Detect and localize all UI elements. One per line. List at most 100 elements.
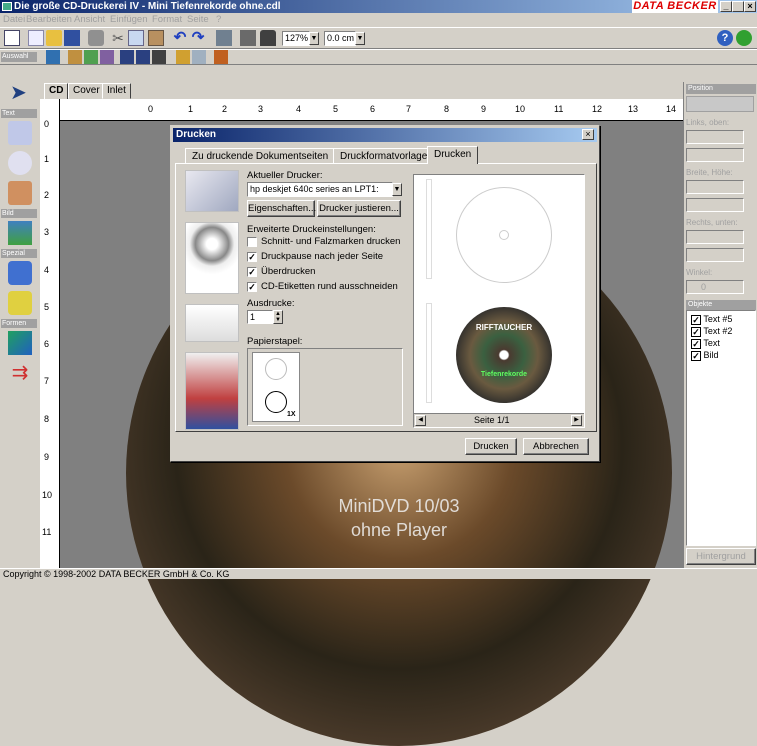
offset-field[interactable]: 0.0 cm bbox=[324, 31, 356, 46]
disc-text-line2[interactable]: ohne Player bbox=[126, 520, 672, 541]
minimize-button[interactable]: _ bbox=[720, 1, 732, 12]
group-icon[interactable] bbox=[120, 50, 134, 64]
object-item[interactable]: ✓ Text #2 bbox=[691, 326, 733, 337]
disc-text-line1[interactable]: MiniDVD 10/03 bbox=[126, 496, 672, 517]
right-position-field[interactable] bbox=[686, 230, 744, 244]
effect-icon[interactable] bbox=[176, 50, 190, 64]
menu-format[interactable]: Format bbox=[152, 14, 182, 25]
printer-select[interactable]: hp deskjet 640c series an LPT1: bbox=[247, 182, 393, 197]
bottom-position-field[interactable] bbox=[686, 248, 744, 262]
menu-bearbeiten[interactable]: Bearbeiten bbox=[26, 14, 72, 25]
object-checkbox[interactable]: ✓ bbox=[691, 327, 701, 337]
app-icon[interactable] bbox=[2, 2, 12, 11]
help-icon[interactable]: ? bbox=[717, 30, 733, 46]
ungroup-icon[interactable] bbox=[136, 50, 150, 64]
redo-icon[interactable]: ↷ bbox=[190, 30, 206, 46]
option-checkbox-schnitt[interactable] bbox=[247, 237, 257, 247]
image-tool-icon[interactable] bbox=[8, 221, 32, 245]
tab-cd[interactable]: CD bbox=[44, 83, 69, 99]
clipart-icon[interactable] bbox=[8, 291, 32, 315]
printer-dropdown-button[interactable]: ▼ bbox=[392, 183, 402, 196]
menu-einfuegen[interactable]: Einfügen bbox=[110, 14, 148, 25]
select-mode-icon[interactable] bbox=[46, 50, 60, 64]
object-item[interactable]: ✓ Text #5 bbox=[691, 314, 732, 325]
tab-druckformatvorlagen[interactable]: Druckformatvorlagen bbox=[333, 148, 440, 164]
copies-spinner[interactable]: ▲ ▼ bbox=[273, 310, 283, 324]
pointer-tool-icon[interactable]: ➤ bbox=[10, 83, 30, 103]
tab-dokumentseiten[interactable]: Zu druckende Dokumentseiten bbox=[185, 148, 336, 164]
lock-icon[interactable] bbox=[260, 30, 276, 46]
top-position-field[interactable] bbox=[686, 148, 744, 162]
align-icon[interactable] bbox=[240, 30, 256, 46]
cut-icon[interactable]: ✂ bbox=[110, 30, 126, 46]
ruler-h-label: 4 bbox=[296, 104, 302, 114]
menu-datei[interactable]: Datei bbox=[3, 14, 25, 25]
object-checkbox[interactable]: ✓ bbox=[691, 339, 701, 349]
bild-section-label: Bild bbox=[1, 209, 37, 218]
print-dialog: Drucken × Zu druckende Dokumentseiten Dr… bbox=[170, 125, 600, 462]
grid-icon[interactable] bbox=[216, 30, 232, 46]
height-field[interactable] bbox=[686, 198, 744, 212]
circle-text-icon[interactable] bbox=[8, 151, 32, 175]
tab-drucken[interactable]: Drucken bbox=[427, 146, 479, 164]
zoom-dropdown-button[interactable]: ▼ bbox=[309, 32, 319, 45]
paste-icon[interactable] bbox=[148, 30, 164, 46]
offset-dropdown-button[interactable]: ▼ bbox=[355, 32, 365, 45]
grid-snap-icon[interactable] bbox=[152, 50, 166, 64]
align-buttons[interactable] bbox=[686, 96, 754, 112]
object-checkbox[interactable]: ✓ bbox=[691, 315, 701, 325]
object-item[interactable]: ✓ Bild bbox=[691, 350, 719, 361]
mirror-icon[interactable] bbox=[100, 50, 114, 64]
tab-inlet[interactable]: Inlet bbox=[102, 83, 131, 99]
option-checkbox-druckpause[interactable]: ✓ bbox=[247, 252, 257, 262]
copy-icon[interactable] bbox=[128, 30, 144, 46]
draw-icon[interactable] bbox=[68, 50, 82, 64]
object-item[interactable]: ✓ Text bbox=[691, 338, 720, 349]
copies-field[interactable]: 1 bbox=[247, 310, 273, 324]
new-page-icon[interactable] bbox=[28, 30, 44, 46]
globe-icon[interactable] bbox=[736, 30, 752, 46]
abbrechen-button[interactable]: Abbrechen bbox=[523, 438, 589, 455]
new-document-icon[interactable] bbox=[4, 30, 20, 46]
ruler-h-label: 1 bbox=[188, 104, 194, 114]
shadow-icon[interactable] bbox=[192, 50, 206, 64]
angle-field[interactable]: 0 bbox=[686, 280, 744, 294]
special-tool-icon[interactable] bbox=[8, 261, 32, 285]
menu-seite[interactable]: Seite bbox=[187, 14, 209, 25]
drucken-button[interactable]: Drucken bbox=[465, 438, 517, 455]
scroll-right-button[interactable]: ▶ bbox=[571, 415, 582, 426]
magic-icon[interactable] bbox=[214, 50, 228, 64]
option-checkbox-ueberdrucken[interactable]: ✓ bbox=[247, 267, 257, 277]
maximize-button[interactable] bbox=[732, 1, 744, 12]
option-label-ueberdrucken[interactable]: Überdrucken bbox=[261, 266, 315, 277]
left-position-field[interactable] bbox=[686, 130, 744, 144]
width-field[interactable] bbox=[686, 180, 744, 194]
shape-tool-icon[interactable] bbox=[8, 331, 32, 355]
text-tool-icon[interactable] bbox=[8, 121, 32, 145]
hintergrund-button[interactable]: Hintergrund bbox=[686, 548, 756, 565]
menu-ansicht[interactable]: Ansicht bbox=[74, 14, 105, 25]
preview-scrollbar[interactable]: ◀ Seite 1/1 ▶ bbox=[414, 413, 584, 427]
close-button[interactable]: × bbox=[744, 1, 756, 12]
undo-icon[interactable]: ↶ bbox=[172, 30, 188, 46]
preview-title-rifftaucher: RIFFTAUCHER bbox=[475, 323, 533, 332]
zoom-field[interactable]: 127% bbox=[282, 31, 310, 46]
object-checkbox[interactable]: ✓ bbox=[691, 351, 701, 361]
option-label-druckpause[interactable]: Druckpause nach jeder Seite bbox=[261, 251, 383, 262]
save-icon[interactable] bbox=[64, 30, 80, 46]
eigenschaften-button[interactable]: Eigenschaften... bbox=[247, 200, 316, 217]
dialog-close-button[interactable]: × bbox=[582, 129, 594, 140]
option-checkbox-etiketten[interactable]: ✓ bbox=[247, 282, 257, 292]
open-folder-icon[interactable] bbox=[46, 30, 62, 46]
print-icon[interactable] bbox=[88, 30, 104, 46]
option-label-schnitt[interactable]: Schnitt- und Falzmarken drucken bbox=[261, 236, 400, 247]
arrow-shape-icon[interactable]: ⇉ bbox=[8, 361, 32, 385]
menu-help[interactable]: ? bbox=[216, 14, 221, 25]
option-label-etiketten[interactable]: CD-Etiketten rund ausschneiden bbox=[261, 281, 398, 292]
rotate-icon[interactable] bbox=[84, 50, 98, 64]
drucker-justieren-button[interactable]: Drucker justieren... bbox=[317, 200, 401, 217]
scroll-left-button[interactable]: ◀ bbox=[415, 415, 426, 426]
stamp-text-icon[interactable] bbox=[8, 181, 32, 205]
object-label: Text #2 bbox=[703, 326, 733, 336]
tab-cover[interactable]: Cover bbox=[68, 83, 105, 99]
